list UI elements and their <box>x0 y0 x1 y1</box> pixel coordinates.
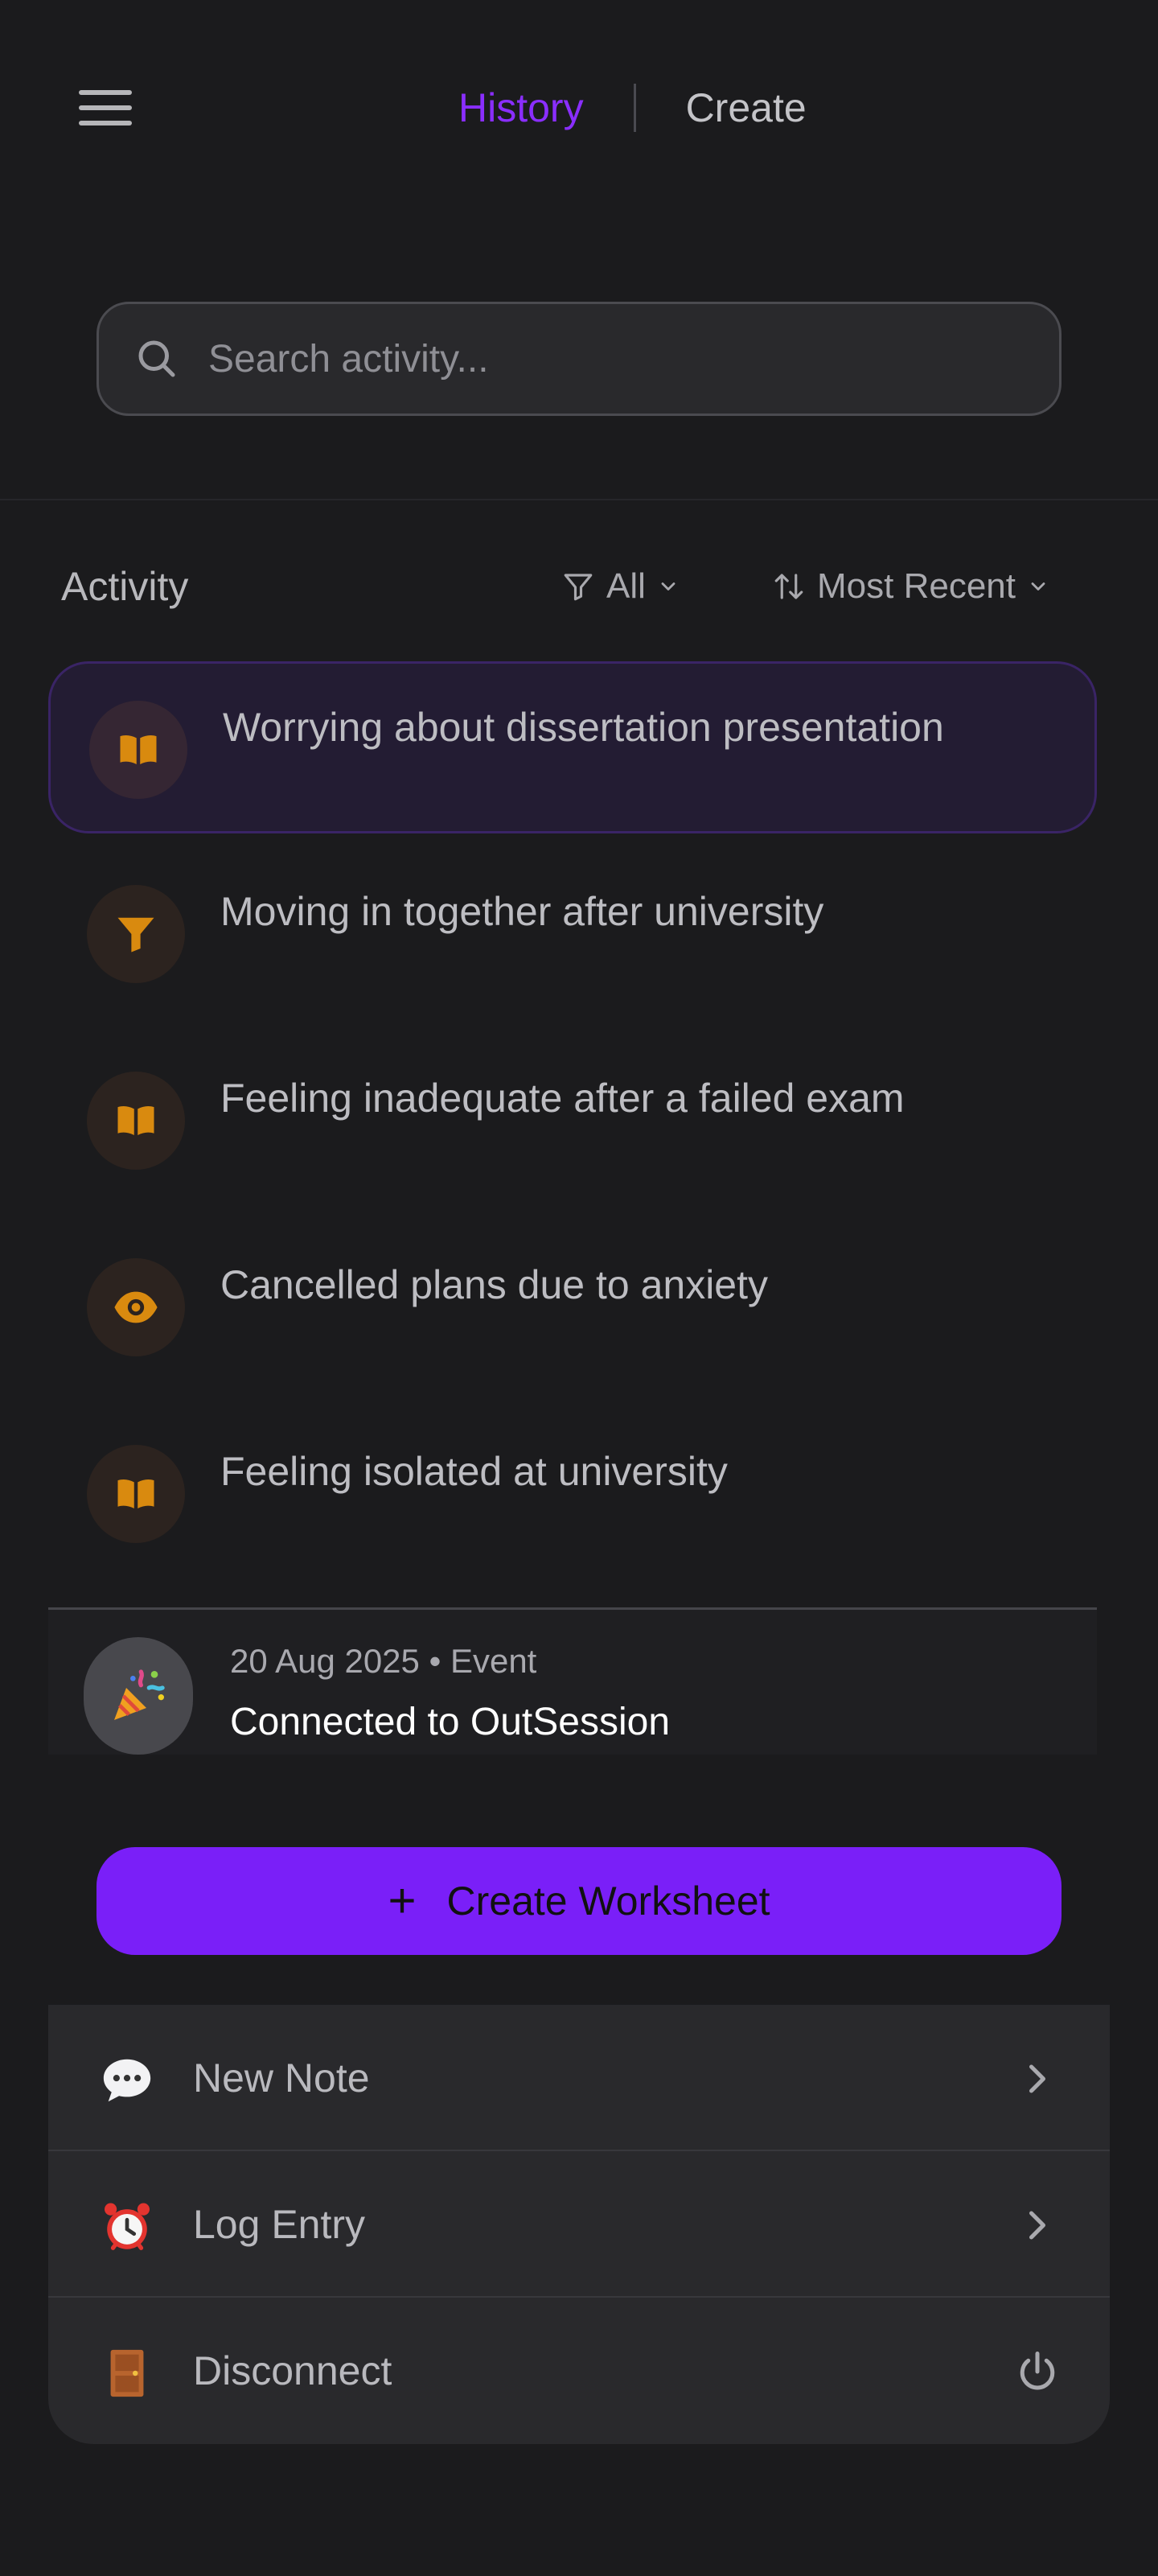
sort-dropdown[interactable]: Most Recent <box>772 566 1049 607</box>
activity-header: Activity All Most Recent <box>61 555 1098 619</box>
nav-separator <box>633 84 636 132</box>
event-title: Connected to OutSession <box>230 1701 671 1743</box>
activity-title: Activity <box>61 564 189 609</box>
menu-item-log-entry[interactable]: Log Entry <box>48 2151 1110 2298</box>
speech-bubble-icon <box>95 2048 159 2113</box>
eye-icon <box>87 1258 185 1356</box>
section-divider <box>0 499 1158 500</box>
filter-icon <box>564 574 593 601</box>
menu-label: Disconnect <box>193 2348 392 2393</box>
tab-history[interactable]: History <box>450 84 592 131</box>
menu-label: New Note <box>193 2055 370 2101</box>
book-icon <box>87 1072 185 1170</box>
action-menu: New Note Log Entry Disconnect <box>48 2005 1110 2444</box>
search-icon <box>138 340 175 377</box>
search-bar <box>96 302 1062 416</box>
chevron-right-icon <box>1029 2064 1045 2093</box>
list-item[interactable]: Cancelled plans due to anxiety <box>48 1221 1097 1393</box>
item-title: Worrying about dissertation presentation <box>223 705 944 750</box>
list-item[interactable]: Feeling isolated at university <box>48 1408 1097 1580</box>
menu-hamburger-icon[interactable] <box>72 84 138 132</box>
item-title: Feeling inadequate after a failed exam <box>220 1076 905 1121</box>
event-card[interactable]: 20 Aug 2025 • Event Connected to OutSess… <box>48 1610 1097 1755</box>
book-icon <box>89 701 187 799</box>
list-item[interactable]: Feeling inadequate after a failed exam <box>48 1035 1097 1207</box>
party-popper-icon <box>84 1637 193 1755</box>
alarm-clock-icon <box>95 2195 159 2259</box>
menu-item-disconnect[interactable]: Disconnect <box>48 2298 1110 2444</box>
top-nav: History Create <box>450 77 815 138</box>
list-item[interactable]: Worrying about dissertation presentation <box>48 661 1097 833</box>
chevron-down-icon <box>661 582 676 591</box>
item-title: Feeling isolated at university <box>220 1449 728 1494</box>
menu-item-new-note[interactable]: New Note <box>48 2005 1110 2151</box>
chevron-down-icon <box>1031 582 1045 591</box>
search-input[interactable] <box>208 336 1059 381</box>
sort-label: Most Recent <box>817 566 1016 606</box>
item-title: Moving in together after university <box>220 889 824 934</box>
create-worksheet-label: Create Worksheet <box>446 1879 770 1924</box>
activity-list: Worrying about dissertation presentation… <box>48 661 1097 1595</box>
book-icon <box>87 1445 185 1543</box>
app-screen: History Create Activity All <box>0 0 1158 2576</box>
sort-icon <box>774 574 803 599</box>
funnel-icon <box>87 885 185 983</box>
chevron-right-icon <box>1029 2211 1045 2240</box>
filter-dropdown[interactable]: All <box>561 566 680 607</box>
event-meta: 20 Aug 2025 • Event <box>230 1642 537 1680</box>
plus-icon: + <box>388 1874 417 1928</box>
filter-label: All <box>606 566 646 606</box>
create-worksheet-button[interactable]: + Create Worksheet <box>96 1847 1062 1955</box>
top-header: History Create <box>0 0 1158 217</box>
power-icon <box>1020 2352 1055 2390</box>
item-title: Cancelled plans due to anxiety <box>220 1262 769 1307</box>
list-item[interactable]: Moving in together after university <box>48 848 1097 1020</box>
tab-create[interactable]: Create <box>678 84 815 131</box>
door-icon <box>95 2341 159 2405</box>
menu-label: Log Entry <box>193 2202 366 2247</box>
